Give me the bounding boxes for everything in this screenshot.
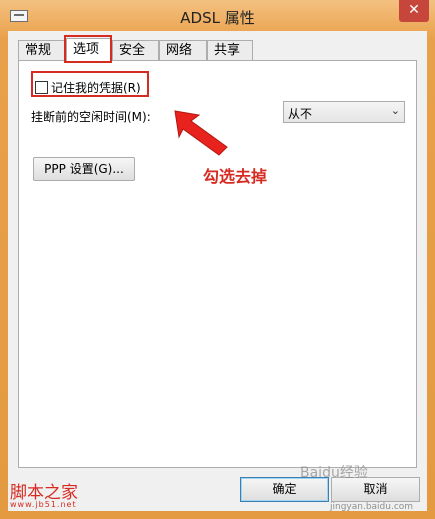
options-panel: 记住我的凭据(R) 挂断前的空闲时间(M): 从不 ⌄ PPP 设置(G)...… bbox=[18, 60, 417, 468]
ppp-settings-button[interactable]: PPP 设置(G)... bbox=[33, 157, 135, 181]
tab-networking[interactable]: 网络 bbox=[159, 40, 207, 60]
watermark-baidu-url: jingyan.baidu.com bbox=[330, 502, 414, 512]
watermark-jb51-url: www.jb51.net bbox=[10, 500, 77, 509]
watermark-baidu: Baidu经验 bbox=[300, 465, 368, 481]
tab-security[interactable]: 安全 bbox=[112, 40, 159, 60]
title-bar[interactable]: ADSL 属性 ✕ bbox=[0, 0, 435, 32]
idle-time-label: 挂断前的空闲时间(M): bbox=[31, 110, 151, 124]
annotation-arrow-icon bbox=[174, 110, 228, 156]
annotation-highlight-box bbox=[31, 71, 149, 97]
idle-time-value: 从不 bbox=[288, 107, 313, 121]
close-button[interactable]: ✕ bbox=[399, 0, 429, 22]
idle-time-select[interactable]: 从不 ⌄ bbox=[283, 101, 405, 123]
chevron-down-icon: ⌄ bbox=[390, 104, 400, 117]
tab-general[interactable]: 常规 bbox=[18, 40, 66, 60]
annotation-text: 勾选去掉 bbox=[203, 167, 268, 186]
window-title: ADSL 属性 bbox=[180, 9, 255, 27]
tab-sharing[interactable]: 共享 bbox=[207, 40, 253, 60]
adsl-properties-window: ADSL 属性 ✕ 常规 选项 安全 网络 共享 记住我的凭据(R) 挂断前的空… bbox=[0, 0, 435, 519]
tab-highlight-box bbox=[64, 35, 112, 63]
dialog-body: 常规 选项 安全 网络 共享 记住我的凭据(R) 挂断前的空闲时间(M): 从不… bbox=[8, 31, 427, 511]
